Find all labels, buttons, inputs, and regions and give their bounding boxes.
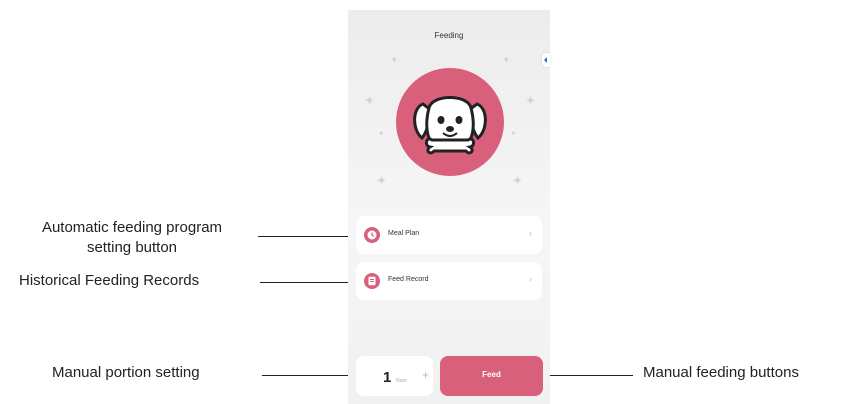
sparkle-icon: ✦ <box>510 129 517 138</box>
sparkle-icon: ✦ <box>378 129 385 138</box>
feed-button[interactable]: Feed <box>440 356 543 396</box>
dog-face-icon <box>413 96 487 155</box>
chevron-right-icon: › <box>529 274 532 284</box>
annotation-feed-button: Manual feeding buttons <box>643 364 799 381</box>
sparkle-icon: ✦ <box>512 173 523 188</box>
side-drawer-toggle[interactable] <box>542 53 550 67</box>
annotation-meal-plan: Automatic feeding program setting button <box>8 218 256 258</box>
portion-unit: Num <box>396 378 407 384</box>
portion-value: 1 <box>383 369 392 386</box>
sparkle-icon: ✦ <box>390 55 399 66</box>
document-icon <box>364 273 380 289</box>
annotation-meal-plan-line2: setting button <box>86 239 178 256</box>
feed-button-label: Feed <box>482 370 501 379</box>
annotation-meal-plan-line1: Automatic feeding program <box>41 219 223 236</box>
portion-increase-button[interactable]: + <box>422 368 429 382</box>
portion-stepper: 1 Num + <box>356 356 433 396</box>
meal-plan-label: Meal Plan <box>388 230 420 237</box>
chevron-right-icon: › <box>529 228 532 238</box>
feed-record-label: Feed Record <box>388 276 429 283</box>
annotation-feed-record: Historical Feeding Records <box>19 272 200 289</box>
phone-screen: Feeding ✦ ✦ ✦ ✦ ✦ ✦ ✦ ✦ Meal Plan › Feed… <box>348 10 550 404</box>
sparkle-icon: ✦ <box>364 93 375 108</box>
page-title: Feeding <box>434 31 464 40</box>
pet-avatar <box>396 68 504 176</box>
sparkle-icon: ✦ <box>502 55 511 66</box>
sparkle-icon: ✦ <box>525 93 536 108</box>
clock-icon <box>364 227 380 243</box>
sparkle-icon: ✦ <box>376 173 387 188</box>
meal-plan-button[interactable]: Meal Plan › <box>356 216 542 254</box>
feed-record-button[interactable]: Feed Record › <box>356 262 542 300</box>
annotation-portion: Manual portion setting <box>52 364 200 381</box>
